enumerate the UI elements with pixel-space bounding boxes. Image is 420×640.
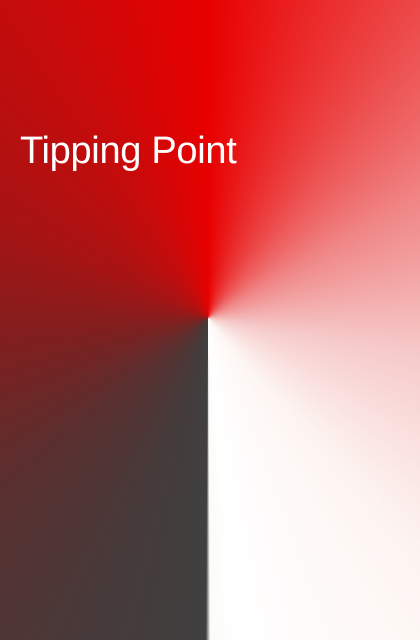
cover-artwork: Tipping Point: [0, 0, 420, 640]
cover-title: Tipping Point: [20, 130, 237, 172]
